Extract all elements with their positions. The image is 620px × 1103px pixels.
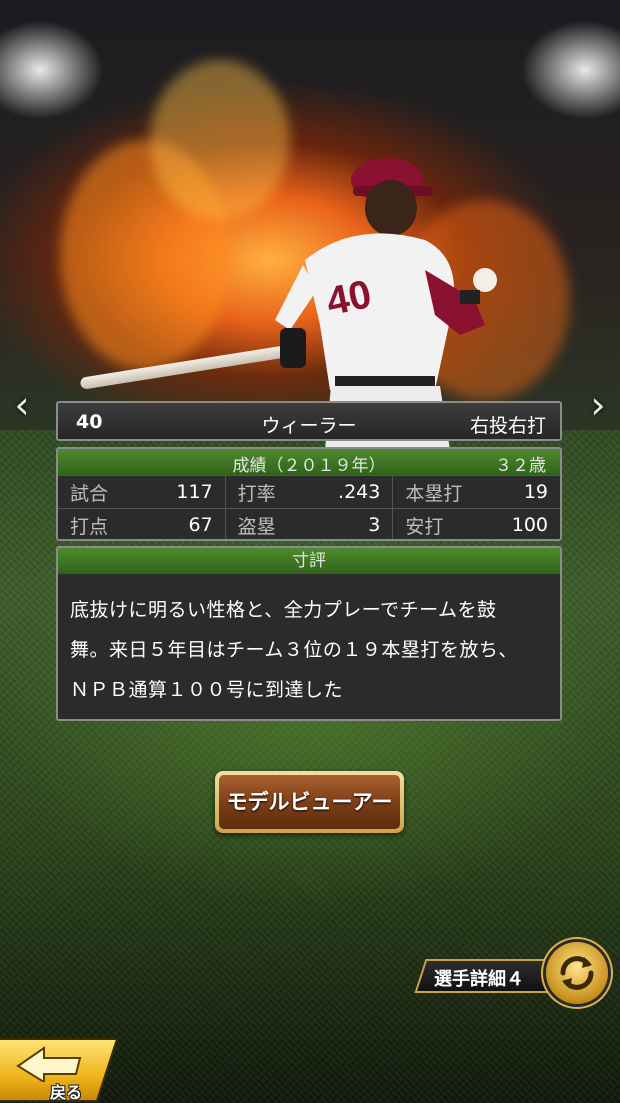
refresh-icon[interactable] (546, 942, 608, 1004)
player-name-bar: 40 ウィーラー 右投右打 (56, 401, 562, 441)
stat-label: 安打 (405, 515, 444, 538)
stat-label: 打点 (70, 515, 109, 538)
review-line: ＮＰＢ通算１００号に到達した (70, 679, 344, 701)
stat-hits: 安打 100 (392, 509, 560, 539)
stat-value: 100 (511, 514, 549, 536)
stat-value: 3 (368, 514, 381, 536)
review-text: 底抜けに明るい性格と、全力プレーでチームを鼓 舞。来日５年目はチーム３位の１９本… (58, 574, 560, 710)
stat-games: 試合 117 (58, 476, 225, 508)
player-detail-button[interactable]: 選手詳細４ (414, 942, 612, 1006)
stat-value: 67 (188, 514, 213, 536)
player-age: ３２歳 (495, 456, 546, 476)
stat-home-runs: 本塁打 19 (392, 476, 560, 508)
throw-bat-handedness: 右投右打 (469, 415, 546, 437)
chevron-left-icon[interactable]: ‹ (8, 385, 36, 425)
stats-title: 成績（２０１９年） (232, 456, 386, 476)
stat-label: 盗塁 (237, 515, 276, 538)
stat-value: 19 (523, 481, 549, 503)
stat-label: 試合 (70, 482, 109, 505)
stats-row: 試合 117 打率 .243 本塁打 19 (58, 475, 560, 508)
stat-value: .243 (338, 481, 381, 503)
review-line: 舞。来日５年目はチーム３位の１９本塁打を放ち、 (70, 639, 518, 661)
stat-label: 打率 (237, 482, 276, 505)
model-viewer-label: モデルビューアー (219, 775, 400, 829)
svg-text:40: 40 (323, 272, 376, 324)
review-panel: 寸評 底抜けに明るい性格と、全力プレーでチームを鼓 舞。来日５年目はチーム３位の… (56, 546, 562, 721)
stat-rbi: 打点 67 (58, 509, 225, 539)
back-button[interactable]: 戻る (0, 1036, 119, 1103)
stat-value: 117 (176, 481, 213, 503)
review-line: 底抜けに明るい性格と、全力プレーでチームを鼓 (70, 599, 497, 621)
back-label: 戻る (50, 1083, 83, 1102)
stat-label: 本塁打 (405, 482, 463, 505)
player-detail-label: 選手詳細４ (434, 969, 524, 990)
stats-header: 成績（２０１９年） ３２歳 (58, 449, 560, 476)
stat-batting-average: 打率 .243 (224, 476, 393, 508)
chevron-right-icon[interactable]: › (584, 385, 612, 425)
model-viewer-button[interactable]: モデルビューアー (215, 771, 404, 833)
stats-row: 打点 67 盗塁 3 安打 100 (58, 508, 560, 539)
stat-stolen-bases: 盗塁 3 (224, 509, 393, 539)
back-arrow-icon (16, 1046, 82, 1082)
stats-panel: 成績（２０１９年） ３２歳 試合 117 打率 .243 本塁打 19 打点 6… (56, 447, 562, 541)
review-header: 寸評 (58, 548, 560, 574)
